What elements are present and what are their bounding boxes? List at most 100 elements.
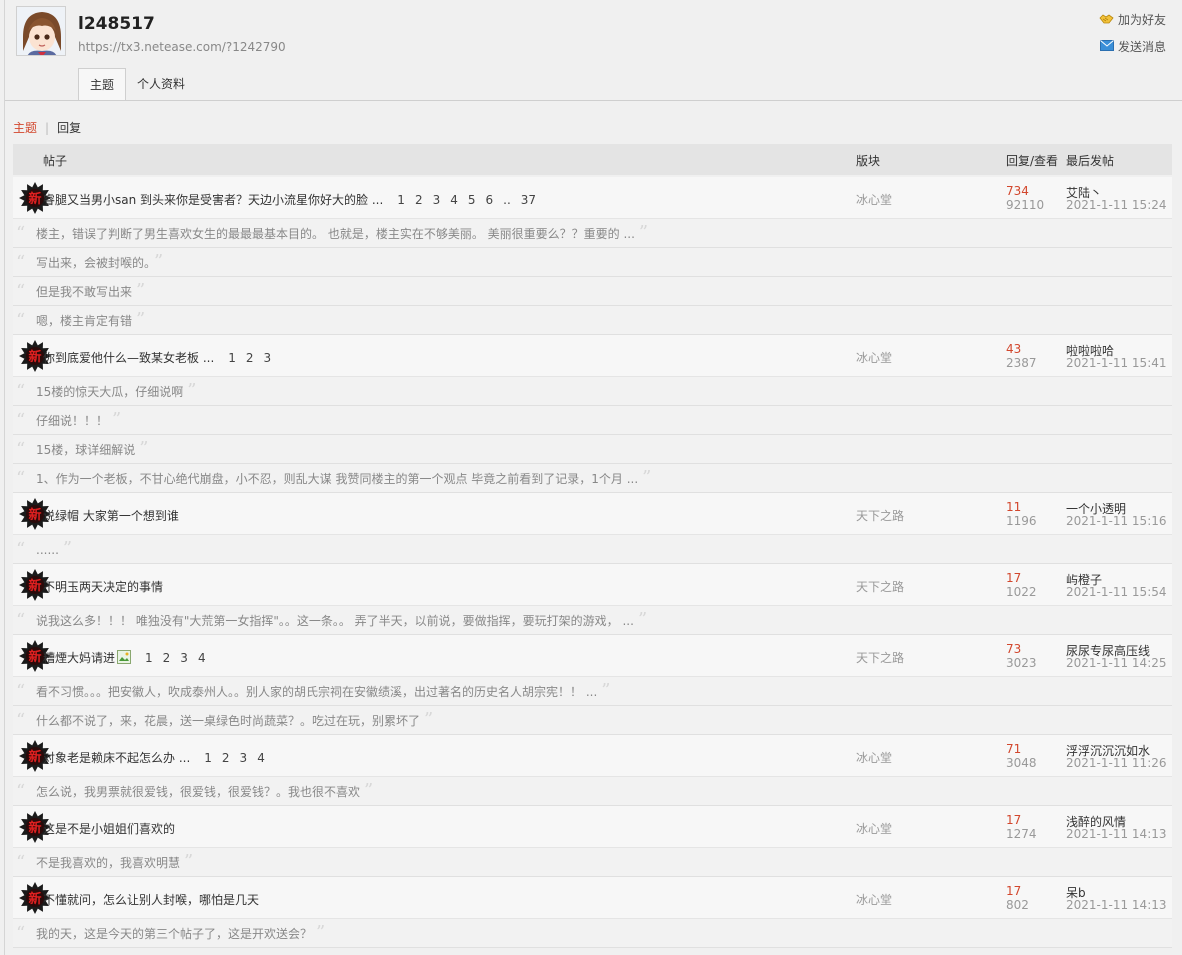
view-count: 2387 xyxy=(1006,356,1037,370)
reply-text-body: 写出来，会被封喉的。 xyxy=(36,256,151,270)
open-quote-icon: “ xyxy=(16,781,26,802)
thread-row[interactable]: 新不明玉两天决定的事情 天下之路 17 1022 屿橙子 2021-1-11 15:54 xyxy=(13,564,1172,606)
new-badge-label: 新 xyxy=(28,649,41,665)
page-link[interactable]: 2 xyxy=(163,651,171,665)
page-link[interactable]: 2 xyxy=(415,193,423,207)
thread-title-text[interactable]: 不懂就问，怎么让别人封喉，哪怕是几天 xyxy=(43,893,259,907)
reply-excerpt[interactable]: “ 仔细说！！！” xyxy=(13,406,1172,435)
thread-title[interactable]: 睿腿又当男小san 到头来你是受害者？天边小流星你好大的脸 ... 1 2 3 4 5 6.… xyxy=(43,191,536,208)
thread-title[interactable]: 这是不是小姐姐们喜欢的 xyxy=(43,820,175,837)
image-attachment-icon xyxy=(117,650,132,667)
thread-row[interactable]: 新这是不是小姐姐们喜欢的 冰心堂 17 1274 浅醉的风情 2021-1-11 14:1… xyxy=(13,806,1172,848)
page-link[interactable]: 3 xyxy=(264,351,272,365)
reply-excerpt[interactable]: “ 15楼，球详细解说” xyxy=(13,435,1172,464)
open-quote-icon: “ xyxy=(16,310,26,331)
thread-board[interactable]: 冰心堂 xyxy=(856,749,892,766)
page-link[interactable]: 2 xyxy=(246,351,254,365)
thread-pagination: 1234 xyxy=(135,651,206,665)
thread-board[interactable]: 天下之路 xyxy=(856,578,904,595)
thread-title[interactable]: 不懂就问，怎么让别人封喉，哪怕是几天 xyxy=(43,891,259,908)
new-badge-label: 新 xyxy=(28,349,41,365)
page-link[interactable]: 1 xyxy=(204,751,212,765)
thread-board[interactable]: 冰心堂 xyxy=(856,191,892,208)
filter-topics[interactable]: 主题 xyxy=(13,119,37,136)
page-link[interactable]: 3 xyxy=(180,651,188,665)
reply-excerpt[interactable]: “ 1、作为一个老板，不甘心绝代崩盘，小不忍，则乱大谋 我赞同楼主的第一个观点 毕… xyxy=(13,464,1172,493)
thread-title[interactable]: 不明玉两天决定的事情 xyxy=(43,578,163,595)
reply-count: 17 xyxy=(1006,884,1022,898)
thread-title-text[interactable]: 你到底爱他什么—致某女老板 ... xyxy=(43,351,214,365)
page-link[interactable]: 1 xyxy=(397,193,405,207)
reply-excerpt[interactable]: “ 看不习惯。。。把安徽人，吹成泰州人。。别人家的胡氏宗祠在安徽绩溪，出过著名的历… xyxy=(13,677,1172,706)
thread-row[interactable]: 新糟煙大妈请进 1 2 3 4 天下之路 73 3023 尿尿专尿高压线 2021-1-11 14… xyxy=(13,635,1172,677)
tab-topics[interactable]: 主题 xyxy=(78,68,127,101)
reply-excerpt[interactable]: “ 我的天，这是今天的第三个帖子了，这是开欢送会？” xyxy=(13,919,1172,948)
last-post-time: 2021-1-11 11:26 xyxy=(1066,756,1167,770)
close-quote-icon: ” xyxy=(112,409,122,430)
avatar-image xyxy=(17,7,65,55)
page-link[interactable]: 6 xyxy=(486,193,494,207)
thread-title[interactable]: 你到底爱他什么—致某女老板 ... 1 2 3 xyxy=(43,349,271,366)
reply-excerpt[interactable]: “ 写出来，会被封喉的。” xyxy=(13,248,1172,277)
thread-row[interactable]: 新不懂就问，怎么让别人封喉，哪怕是几天 冰心堂 17 802 呆b 2021-1-11 1… xyxy=(13,877,1172,919)
header-reply-view: 回复/查看 xyxy=(1006,154,1059,168)
thread-board[interactable]: 冰心堂 xyxy=(856,349,892,366)
reply-text-body: 楼主，错误了判断了男生喜欢女生的最最最基本目的。 也就是，楼主实在不够美丽。 美… xyxy=(36,227,635,241)
thread-row[interactable]: 新你到底爱他什么—致某女老板 ... 1 2 3 冰心堂 43 2387 啦啦啦哈 2021-1… xyxy=(13,335,1172,377)
reply-excerpt[interactable]: “ 楼主，错误了判断了男生喜欢女生的最最最基本目的。 也就是，楼主实在不够美丽。 … xyxy=(13,219,1172,248)
thread-title-text[interactable]: 这是不是小姐姐们喜欢的 xyxy=(43,822,175,836)
page-link[interactable]: 3 xyxy=(240,751,248,765)
thread-title[interactable]: 糟煙大妈请进 1 2 3 4 xyxy=(43,649,206,667)
thread-row[interactable]: 新对象老是赖床不起怎么办 ... 1 2 3 4 冰心堂 71 3048 浮浮沉沉沉如水 2021… xyxy=(13,735,1172,777)
user-url[interactable]: https://tx3.netease.com/?1242790 xyxy=(78,40,286,54)
page-link[interactable]: 4 xyxy=(198,651,206,665)
reply-excerpt[interactable]: “ 什么都不说了，来，花晨，送一桌绿色时尚蔬菜？。吃过在玩，别累坏了” xyxy=(13,706,1172,735)
thread-title-text[interactable]: 睿腿又当男小san 到头来你是受害者？天边小流星你好大的脸 ... xyxy=(43,193,383,207)
reply-text: 看不习惯。。。把安徽人，吹成泰州人。。别人家的胡氏宗祠在安徽绩溪，出过著名的历史… xyxy=(36,677,610,706)
thread-row[interactable]: 新睿腿又当男小san 到头来你是受害者？天边小流星你好大的脸 ... 1 2 3 4 5 6… xyxy=(13,177,1172,219)
send-message-label: 发送消息 xyxy=(1117,40,1166,54)
thread-title-text[interactable]: 对象老是赖床不起怎么办 ... xyxy=(43,751,190,765)
tab-profile[interactable]: 个人资料 xyxy=(126,68,196,100)
reply-excerpt[interactable]: “ 但是我不敢写出来” xyxy=(13,277,1172,306)
thread-board[interactable]: 天下之路 xyxy=(856,507,904,524)
header-board: 版块 xyxy=(856,154,881,168)
reply-excerpt[interactable]: “......” xyxy=(13,535,1172,564)
thread-title[interactable]: 对象老是赖床不起怎么办 ... 1 2 3 4 xyxy=(43,749,265,766)
page-link[interactable]: 1 xyxy=(228,351,236,365)
reply-text: 嗯，楼主肯定有错” xyxy=(36,306,145,335)
reply-text: 写出来，会被封喉的。” xyxy=(36,248,163,277)
thread-pagination: 1234 xyxy=(194,751,265,765)
thread-row[interactable]: 新说绿帽 大家第一个想到谁 天下之路 11 1196 一个小透明 2021-1-11 15… xyxy=(13,493,1172,535)
thread-list: 新睿腿又当男小san 到头来你是受害者？天边小流星你好大的脸 ... 1 2 3 4 5 6… xyxy=(13,177,1172,948)
page-link[interactable]: 3 xyxy=(433,193,441,207)
send-message-button[interactable]: 发送消息 xyxy=(1099,38,1166,55)
reply-excerpt[interactable]: “ 15楼的惊天大瓜，仔细说啊” xyxy=(13,377,1172,406)
thread-title-text[interactable]: 说绿帽 大家第一个想到谁 xyxy=(43,509,179,523)
reply-excerpt[interactable]: “ 嗯，楼主肯定有错” xyxy=(13,306,1172,335)
thread-board[interactable]: 天下之路 xyxy=(856,649,904,666)
reply-excerpt[interactable]: “ 怎么说，我男票就很爱钱，很爱钱，很爱钱？。我也很不喜欢” xyxy=(13,777,1172,806)
filter-replies[interactable]: 回复 xyxy=(57,119,81,136)
page-link[interactable]: 4 xyxy=(450,193,458,207)
new-badge-label: 新 xyxy=(28,507,41,523)
thread-board[interactable]: 冰心堂 xyxy=(856,891,892,908)
reply-text: 1、作为一个老板，不甘心绝代崩盘，小不忍，则乱大谋 我赞同楼主的第一个观点 毕竟… xyxy=(36,464,651,493)
thread-title-text[interactable]: 糟煙大妈请进 xyxy=(43,651,115,665)
thread-title-text[interactable]: 不明玉两天决定的事情 xyxy=(43,580,163,594)
page-link[interactable]: 2 xyxy=(222,751,230,765)
last-post-time: 2021-1-11 15:41 xyxy=(1066,356,1167,370)
page-link[interactable]: 1 xyxy=(145,651,153,665)
reply-text-body: 嗯，楼主肯定有错 xyxy=(36,314,133,328)
open-quote-icon: “ xyxy=(16,381,26,402)
add-friend-button[interactable]: 加为好友 xyxy=(1099,11,1166,28)
thread-board[interactable]: 冰心堂 xyxy=(856,820,892,837)
reply-excerpt[interactable]: “ 说我这么多！！！ 唯独没有"大荒第一女指挥"。。这一条。。 弄了半天，以前说，… xyxy=(13,606,1172,635)
page-link[interactable]: 4 xyxy=(257,751,265,765)
reply-excerpt[interactable]: “ 不是我喜欢的，我喜欢明慧” xyxy=(13,848,1172,877)
page-link[interactable]: 37 xyxy=(521,193,536,207)
thread-title[interactable]: 说绿帽 大家第一个想到谁 xyxy=(43,507,179,524)
page-link[interactable]: 5 xyxy=(468,193,476,207)
avatar[interactable] xyxy=(16,6,66,56)
reply-text: 15楼的惊天大瓜，仔细说啊” xyxy=(36,377,196,406)
